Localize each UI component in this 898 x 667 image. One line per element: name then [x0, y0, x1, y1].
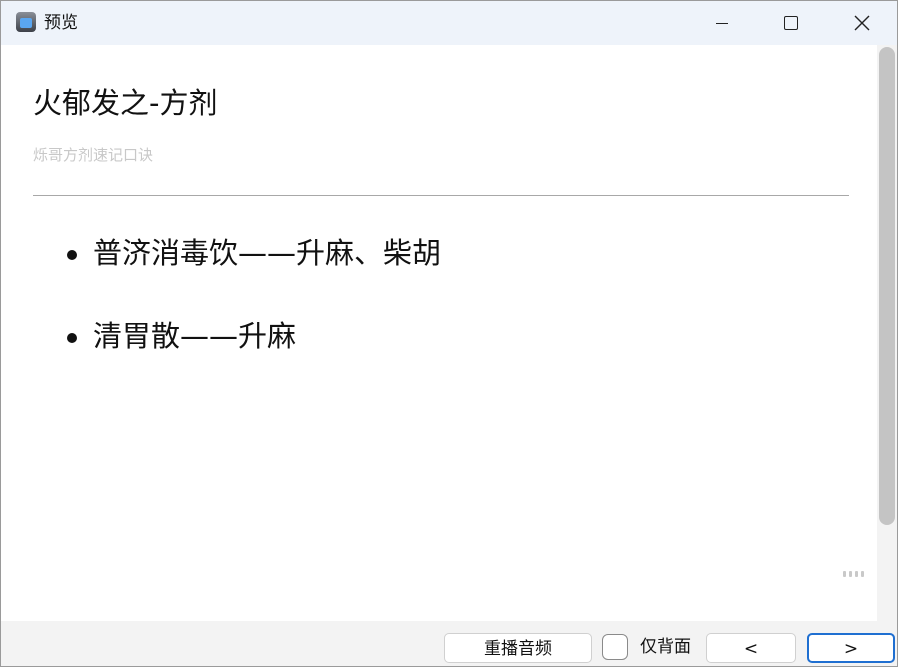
back-only-label[interactable]: 仅背面: [640, 634, 691, 660]
preview-window: 预览 火郁发之-方剂 烁哥方剂速记口诀 普济消毒饮——升麻、柴胡 清胃散——升麻: [0, 0, 898, 667]
next-button[interactable]: >: [807, 633, 895, 663]
title-bar[interactable]: 预览: [1, 1, 897, 45]
app-icon: [16, 12, 36, 32]
replay-audio-button[interactable]: 重播音频: [444, 633, 592, 663]
list-item: 普济消毒饮——升麻、柴胡: [61, 231, 441, 275]
answer-list: 普济消毒饮——升麻、柴胡 清胃散——升麻: [61, 231, 441, 397]
back-only-checkbox[interactable]: [602, 634, 628, 660]
divider: [33, 195, 849, 196]
close-button[interactable]: [827, 1, 897, 45]
scrollbar-thumb[interactable]: [879, 47, 895, 525]
bottom-bar: 重播音频 仅背面 < >: [1, 621, 897, 666]
card-subtitle: 烁哥方剂速记口诀: [33, 146, 154, 164]
minimize-button[interactable]: [687, 1, 757, 45]
grip-dot: [861, 571, 864, 577]
grip-dot: [843, 571, 846, 577]
grip-dot: [855, 571, 858, 577]
card-content: 火郁发之-方剂 烁哥方剂速记口诀 普济消毒饮——升麻、柴胡 清胃散——升麻: [1, 45, 877, 621]
maximize-icon: [784, 16, 798, 30]
card-title: 火郁发之-方剂: [33, 86, 218, 120]
resize-grip[interactable]: [843, 571, 865, 577]
minimize-icon: [716, 23, 728, 24]
grip-dot: [849, 571, 852, 577]
previous-button[interactable]: <: [706, 633, 796, 663]
window-title: 预览: [44, 13, 78, 33]
close-icon: [854, 15, 870, 31]
list-item: 清胃散——升麻: [61, 314, 441, 358]
vertical-scrollbar[interactable]: [877, 45, 897, 621]
maximize-button[interactable]: [757, 1, 827, 45]
